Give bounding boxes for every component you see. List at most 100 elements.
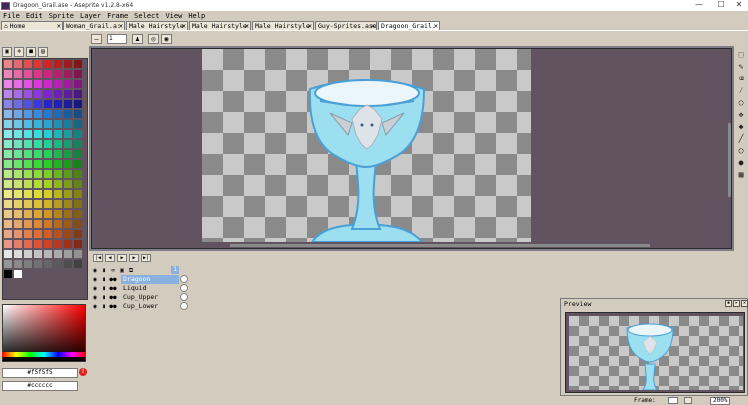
first-frame-button[interactable]: |◀ — [93, 254, 103, 262]
sprite-canvas[interactable] — [202, 49, 531, 242]
palette-swatch[interactable] — [34, 150, 42, 158]
lock-icon[interactable]: ▮ — [100, 285, 108, 292]
palette-swatch[interactable] — [64, 240, 72, 248]
layer-row[interactable]: ◉ ▮ ●● Cup_Lower — [91, 302, 180, 311]
palette-swatch[interactable] — [14, 130, 22, 138]
palette-swatch[interactable] — [74, 140, 82, 148]
palette-swatch[interactable] — [4, 160, 12, 168]
palette-swatch[interactable] — [44, 240, 52, 248]
play-button[interactable]: ▶ — [117, 254, 127, 262]
palette-swatch[interactable] — [34, 220, 42, 228]
palette-options-icon[interactable]: ▤ — [38, 47, 48, 57]
palette-swatch[interactable] — [64, 70, 72, 78]
palette-swatch[interactable] — [54, 120, 62, 128]
palette-swatch[interactable] — [14, 180, 22, 188]
palette-swatch[interactable] — [44, 80, 52, 88]
lock-icon[interactable]: ▮ — [100, 267, 108, 274]
palette-swatch[interactable] — [24, 60, 32, 68]
palette-swatch[interactable] — [24, 130, 32, 138]
palette-swatch[interactable] — [44, 210, 52, 218]
palette-swatch[interactable] — [74, 190, 82, 198]
ellipse-icon[interactable]: ◯ — [736, 146, 746, 156]
palette-swatch[interactable] — [44, 140, 52, 148]
ink-icon[interactable]: ▦ — [736, 170, 746, 180]
palette-swatch[interactable] — [34, 110, 42, 118]
blur-icon[interactable]: ● — [736, 158, 746, 168]
palette-swatch[interactable] — [14, 230, 22, 238]
menu-help[interactable]: Help — [185, 12, 208, 20]
palette-swatch[interactable] — [14, 150, 22, 158]
palette-swatch[interactable] — [64, 100, 72, 108]
palette-swatch[interactable] — [74, 160, 82, 168]
palette-swatch[interactable] — [4, 110, 12, 118]
eye-icon[interactable]: ◉ — [91, 294, 99, 301]
palette-swatch[interactable] — [64, 230, 72, 238]
palette-swatch[interactable] — [34, 210, 42, 218]
palette-swatch[interactable] — [54, 200, 62, 208]
sort-icon[interactable]: ≑ — [14, 47, 24, 57]
palette-swatch[interactable] — [34, 260, 42, 268]
palette-swatch[interactable] — [54, 180, 62, 188]
palette-swatch[interactable] — [4, 250, 12, 258]
palette-swatch[interactable] — [64, 250, 72, 258]
close-button[interactable]: ✕ — [730, 0, 748, 11]
frame-field[interactable] — [668, 397, 678, 404]
palette-swatch[interactable] — [54, 160, 62, 168]
palette-swatch[interactable] — [74, 210, 82, 218]
line-icon[interactable]: ╱ — [736, 134, 746, 144]
palette-swatch[interactable] — [74, 80, 82, 88]
palette-swatch[interactable] — [4, 130, 12, 138]
palette-swatch[interactable] — [74, 200, 82, 208]
zoom-icon[interactable]: ○ — [736, 98, 746, 108]
palette-swatch[interactable] — [64, 110, 72, 118]
palette-swatch[interactable] — [44, 90, 52, 98]
palette-swatch[interactable] — [4, 240, 12, 248]
palette-swatch[interactable] — [34, 100, 42, 108]
palette-swatch[interactable] — [4, 220, 12, 228]
palette-swatch[interactable] — [34, 190, 42, 198]
palette-swatch[interactable] — [64, 150, 72, 158]
palette-swatch[interactable] — [24, 190, 32, 198]
palette-swatch[interactable] — [74, 100, 82, 108]
palette-swatch[interactable] — [14, 250, 22, 258]
palette-swatch[interactable] — [74, 170, 82, 178]
palette-swatch[interactable] — [14, 80, 22, 88]
menu-view[interactable]: View — [162, 12, 185, 20]
bucket-icon[interactable]: ◆ — [736, 122, 746, 132]
palette-swatch[interactable] — [74, 60, 82, 68]
palette-swatch[interactable] — [44, 60, 52, 68]
palette-swatch[interactable] — [74, 240, 82, 248]
palette-swatch[interactable] — [24, 210, 32, 218]
horizontal-scrollbar[interactable] — [230, 244, 650, 247]
palette-swatch[interactable] — [64, 60, 72, 68]
palette-swatch[interactable] — [4, 190, 12, 198]
palette-swatch[interactable] — [14, 90, 22, 98]
palette-swatch[interactable] — [44, 150, 52, 158]
preview-play-icon[interactable]: ▸ — [733, 300, 740, 307]
palette-swatch[interactable] — [34, 80, 42, 88]
palette-swatch[interactable] — [34, 230, 42, 238]
palette-swatch[interactable] — [14, 110, 22, 118]
cel[interactable] — [180, 293, 188, 301]
sprite-editor[interactable] — [91, 48, 732, 249]
move-icon[interactable]: ✥ — [736, 110, 746, 120]
palette-swatch[interactable] — [44, 230, 52, 238]
palette-swatch[interactable] — [4, 90, 12, 98]
palette-swatch[interactable] — [64, 210, 72, 218]
transparent-color-icon[interactable]: ◎ — [148, 34, 159, 44]
palette-swatch[interactable] — [64, 220, 72, 228]
palette-swatch[interactable] — [4, 100, 12, 108]
eyedropper-icon[interactable]: ⁄ — [736, 86, 746, 96]
menu-frame[interactable]: Frame — [104, 12, 131, 20]
palette-swatch[interactable] — [14, 160, 22, 168]
palette-swatch[interactable] — [4, 200, 12, 208]
palette-swatch[interactable] — [74, 70, 82, 78]
palette-swatch[interactable] — [44, 130, 52, 138]
palette-swatch[interactable] — [4, 180, 12, 188]
palette-swatch[interactable] — [24, 100, 32, 108]
brush-type-button[interactable]: – — [91, 34, 102, 44]
continuous-icon[interactable]: ●● — [109, 294, 117, 301]
menu-sprite[interactable]: Sprite — [46, 12, 77, 20]
palette-swatch[interactable] — [24, 250, 32, 258]
pencil-icon[interactable]: ✎ — [736, 62, 746, 72]
